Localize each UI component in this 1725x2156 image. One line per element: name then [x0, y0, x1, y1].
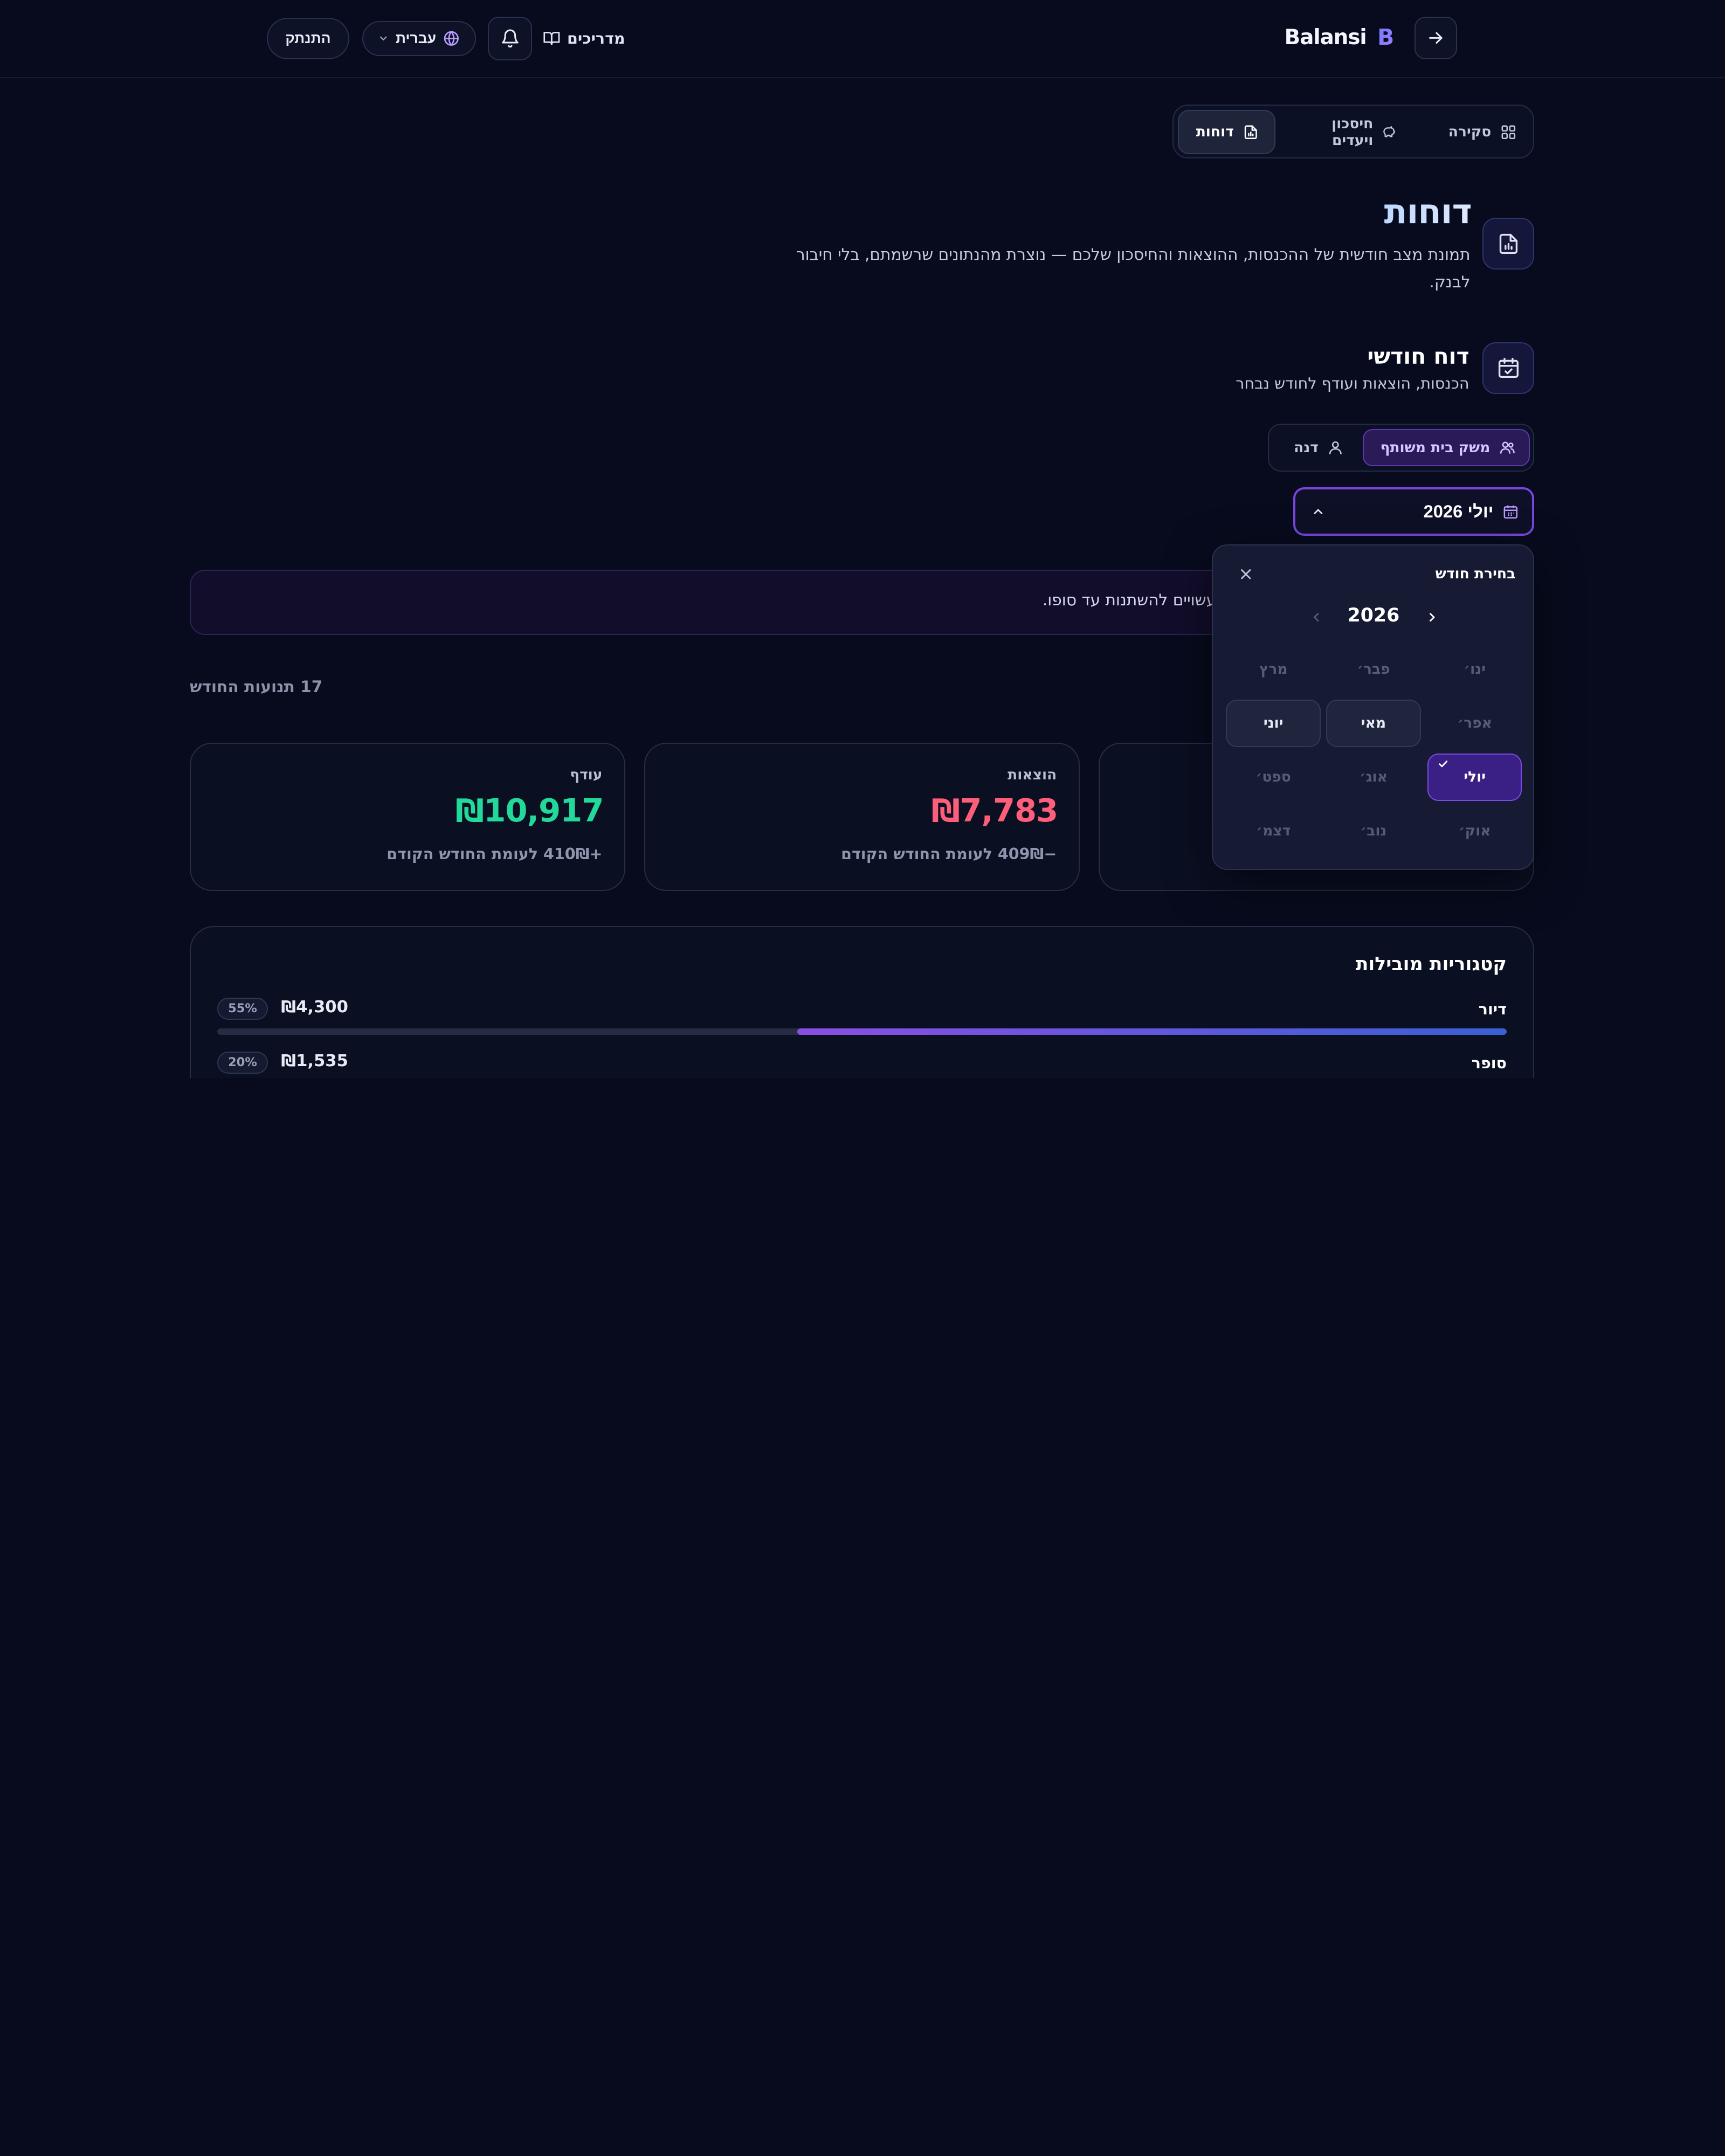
month-cell-dec: דצמ׳ — [1257, 823, 1292, 840]
section-icon — [1483, 342, 1535, 394]
month-cell-sep: ספט׳ — [1256, 769, 1292, 786]
tab-reports[interactable]: דוחות — [1178, 110, 1276, 154]
category-row: סופר ₪1,535 20% — [218, 1051, 1507, 1078]
bell-icon — [502, 29, 519, 48]
surplus-label: עודף — [570, 766, 603, 784]
brand-name: Balansi — [1285, 25, 1368, 50]
piggy-bank-icon — [1383, 126, 1396, 137]
scope-option-dana[interactable]: דנה — [1276, 429, 1357, 466]
expenses-delta: −409₪ לעומת החודש הקודם — [841, 845, 1058, 863]
section-title: דוח חודשי — [1368, 343, 1470, 369]
category-name: סופר — [1472, 1054, 1507, 1073]
month-picker-close-button[interactable] — [1236, 563, 1258, 585]
top-bar: Balansi B מדריכים עברית התנתק — [0, 0, 1725, 78]
selected-month-label: יולי 2026 — [1424, 501, 1494, 521]
back-button[interactable] — [1414, 16, 1458, 60]
tab-overview-label: סקירה — [1448, 123, 1492, 141]
month-cell-jan: ינו׳ — [1464, 661, 1487, 678]
page-icon — [1483, 218, 1535, 270]
month-picker-year: 2026 — [1348, 605, 1400, 627]
tab-savings-goals-label: חיסכון ויעדים — [1332, 115, 1374, 149]
category-progress-track — [218, 1028, 1507, 1035]
section-subtitle: הכנסות, הוצאות ועודף לחודש נבחר — [1236, 374, 1470, 392]
scope-selector: משק בית משותף דנה — [1268, 423, 1535, 472]
check-icon — [1439, 761, 1448, 768]
surplus-card: עודף ₪10,917 +410₪ לעומת החודש הקודם — [190, 742, 626, 892]
notifications-button[interactable] — [488, 16, 533, 61]
scope-option-label: דנה — [1294, 439, 1319, 457]
category-row: דיור ₪4,300 55% — [218, 997, 1507, 1044]
previous-year-button[interactable] — [1307, 605, 1327, 629]
month-picker-popover: בחירת חודש 2026 ינו׳ פבר׳ מרץ אפר׳ מאי י… — [1212, 544, 1535, 870]
month-cell-may[interactable]: מאי — [1327, 699, 1422, 747]
brand-mark-icon: B — [1378, 24, 1395, 51]
top-categories-title: קטגוריות מובילות — [1356, 953, 1507, 976]
month-cell-apr: אפר׳ — [1458, 715, 1493, 732]
arrow-right-icon — [1430, 32, 1443, 44]
grid-icon — [1502, 125, 1516, 139]
month-cell-jun[interactable]: יוני — [1226, 699, 1321, 747]
category-name: דיור — [1479, 1000, 1507, 1019]
chevron-up-icon — [1314, 508, 1323, 514]
category-amount: ₪1,535 — [281, 1051, 349, 1070]
app-root: Balansi B מדריכים עברית התנתק סקירה חיסכ… — [0, 0, 1725, 1078]
main-tabs: סקירה חיסכון ויעדים דוחות — [1172, 104, 1535, 158]
month-cell-jul[interactable]: יולי — [1427, 753, 1523, 801]
page-title: דוחות — [1298, 191, 1472, 231]
month-cell-jul-label: יולי — [1464, 769, 1487, 786]
top-categories-card: קטגוריות מובילות דיור ₪4,300 55% סופר ₪1… — [190, 926, 1535, 1078]
scope-option-shared-household[interactable]: משק בית משותף — [1363, 429, 1530, 467]
language-label: עברית — [396, 30, 437, 46]
expenses-card: הוצאות ₪7,783 −409₪ לעומת החודש הקודם — [644, 742, 1081, 892]
user-icon — [1330, 441, 1343, 455]
expenses-label: הוצאות — [1008, 766, 1058, 784]
tab-overview[interactable]: סקירה — [1416, 110, 1532, 154]
globe-icon — [445, 31, 460, 46]
month-select-value: יולי 2026 — [1424, 501, 1520, 522]
close-icon — [1241, 569, 1252, 579]
category-amount: ₪4,300 — [281, 997, 349, 1017]
expenses-amount: ₪7,783 — [932, 792, 1059, 830]
logout-button[interactable]: התנתק — [267, 17, 350, 60]
chevron-left-icon — [1314, 612, 1320, 621]
month-cell-mar: מרץ — [1259, 661, 1288, 678]
page-description: תמונת מצב חודשית של ההכנסות, ההוצאות והח… — [796, 245, 1471, 291]
category-progress-fill — [798, 1028, 1507, 1035]
guides-link[interactable]: מדריכים — [543, 26, 626, 51]
info-banner-text: עשויים להשתנות עד סופו. — [1043, 590, 1217, 609]
month-cell-oct: אוק׳ — [1459, 823, 1492, 840]
surplus-delta: +410₪ לעומת החודש הקודם — [387, 845, 603, 863]
tab-reports-label: דוחות — [1196, 123, 1234, 141]
chevron-right-icon — [1430, 612, 1436, 621]
next-year-button[interactable] — [1423, 605, 1443, 629]
surplus-amount: ₪10,917 — [456, 792, 605, 830]
category-percent-badge: 55% — [218, 997, 268, 1020]
category-percent-badge: 20% — [218, 1051, 268, 1074]
book-open-icon — [544, 32, 561, 45]
language-selector[interactable]: עברית — [363, 20, 477, 57]
month-cell-feb: פבר׳ — [1357, 661, 1391, 678]
users-icon — [1500, 441, 1515, 454]
tab-savings-goals[interactable]: חיסכון ויעדים — [1280, 110, 1412, 154]
month-select[interactable]: יולי 2026 — [1294, 487, 1535, 536]
month-cell-aug: אוג׳ — [1360, 769, 1388, 786]
guides-label: מדריכים — [568, 29, 626, 48]
transactions-count: 17 תנועות החודש — [190, 678, 323, 696]
chevron-down-icon — [381, 36, 388, 41]
calendar-icon — [1504, 505, 1518, 519]
report-file-icon — [1245, 125, 1258, 139]
report-file-icon — [1500, 233, 1518, 254]
calendar-check-icon — [1499, 358, 1519, 378]
month-cell-nov: נוב׳ — [1361, 823, 1388, 840]
brand-logo[interactable]: Balansi B — [1285, 21, 1395, 54]
scope-option-label: משק בית משותף — [1381, 439, 1491, 457]
month-picker-title: בחירת חודש — [1436, 565, 1516, 582]
